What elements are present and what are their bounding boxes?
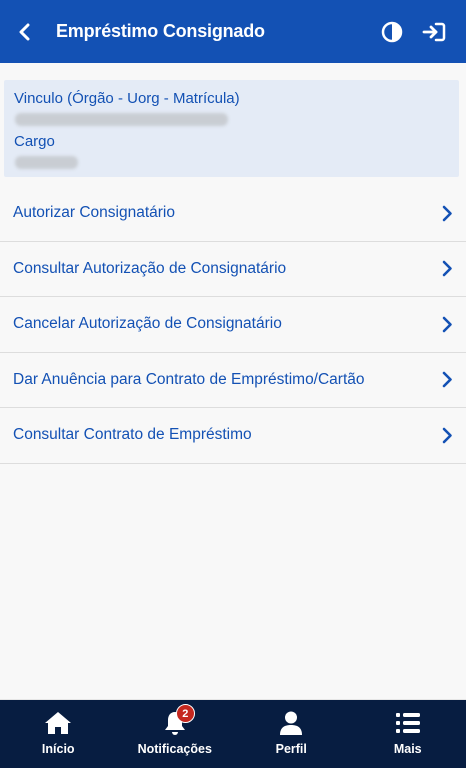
nav-label: Notificações bbox=[137, 742, 212, 756]
bottom-navigation: Início 2 Notificações Perfil Mais bbox=[0, 700, 466, 768]
menu-item-consultar-contrato[interactable]: Consultar Contrato de Empréstimo bbox=[0, 408, 466, 464]
chevron-right-icon bbox=[437, 425, 453, 445]
menu-item-autorizar-consignatario[interactable]: Autorizar Consignatário bbox=[0, 186, 466, 242]
menu-item-label: Cancelar Autorização de Consignatário bbox=[13, 315, 282, 333]
nav-item-inicio[interactable]: Início bbox=[0, 700, 117, 768]
vinculo-info-card: Vinculo (Órgão - Uorg - Matrícula) Cargo bbox=[4, 80, 459, 177]
header-actions bbox=[377, 17, 466, 47]
menu-item-label: Autorizar Consignatário bbox=[13, 204, 175, 222]
logout-button[interactable] bbox=[419, 17, 449, 47]
menu-item-label: Consultar Contrato de Empréstimo bbox=[13, 426, 252, 444]
chevron-left-icon bbox=[19, 23, 30, 40]
menu-item-consultar-autorizacao[interactable]: Consultar Autorização de Consignatário bbox=[0, 242, 466, 297]
bell-icon: 2 bbox=[160, 704, 195, 737]
vinculo-label: Vinculo (Órgão - Uorg - Matrícula) bbox=[14, 90, 240, 107]
nav-item-notificacoes[interactable]: 2 Notificações bbox=[117, 700, 234, 768]
consignado-menu: Autorizar Consignatário Consultar Autori… bbox=[0, 186, 466, 464]
menu-item-cancelar-autorizacao[interactable]: Cancelar Autorização de Consignatário bbox=[0, 297, 466, 353]
nav-label: Início bbox=[41, 742, 75, 756]
back-button[interactable] bbox=[9, 17, 39, 47]
nav-item-mais[interactable]: Mais bbox=[350, 700, 466, 768]
chevron-right-icon bbox=[437, 314, 453, 334]
menu-item-label: Dar Anuência para Contrato de Empréstimo… bbox=[13, 370, 365, 388]
app-header: Empréstimo Consignado bbox=[0, 0, 466, 63]
list-icon bbox=[393, 709, 423, 737]
menu-item-dar-anuencia[interactable]: Dar Anuência para Contrato de Empréstimo… bbox=[0, 353, 466, 408]
chevron-right-icon bbox=[437, 203, 453, 223]
chevron-right-icon bbox=[437, 370, 453, 390]
chevron-right-icon bbox=[437, 259, 453, 279]
home-icon bbox=[43, 709, 73, 737]
cargo-label: Cargo bbox=[14, 133, 55, 150]
vinculo-value-redacted bbox=[15, 113, 228, 126]
nav-label: Perfil bbox=[275, 742, 307, 756]
nav-label: Mais bbox=[393, 742, 422, 756]
cargo-value-redacted bbox=[15, 156, 78, 169]
notification-badge: 2 bbox=[175, 704, 195, 723]
menu-item-label: Consultar Autorização de Consignatário bbox=[13, 259, 287, 277]
contrast-icon bbox=[381, 21, 403, 42]
page-title: Empréstimo Consignado bbox=[56, 21, 265, 41]
logout-icon bbox=[422, 22, 446, 41]
user-icon bbox=[276, 709, 306, 737]
nav-item-perfil[interactable]: Perfil bbox=[233, 700, 350, 768]
contrast-button[interactable] bbox=[377, 17, 407, 47]
